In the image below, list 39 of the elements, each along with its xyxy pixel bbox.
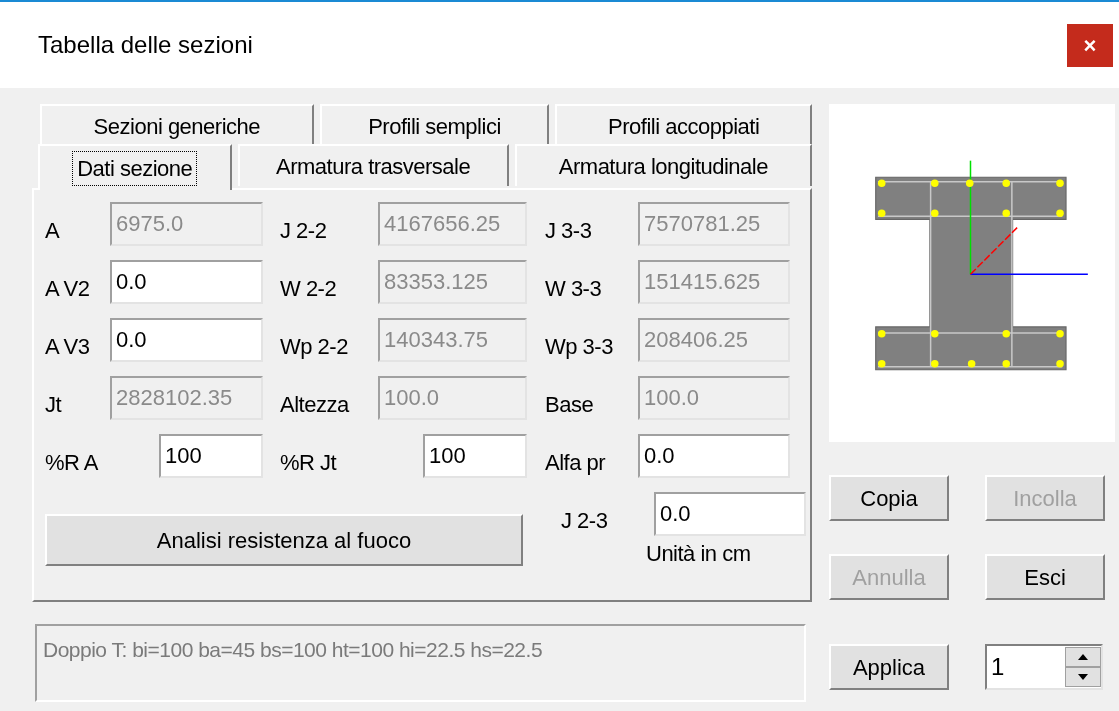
spinner-field[interactable]: 1	[985, 644, 1103, 690]
field-label: Wp 2-2	[280, 333, 348, 361]
units-note: Unità in cm	[645, 540, 752, 568]
text-field[interactable]: 100	[423, 433, 527, 478]
field-label: J 2-2	[280, 217, 327, 245]
text-field[interactable]: 100	[159, 433, 263, 478]
tab[interactable]: Armatura longitudinale	[514, 144, 812, 186]
status-text: Doppio T: bi=100 ba=45 bs=100 ht=100 hi=22.5 hs=22.5	[43, 638, 543, 661]
dialog-button[interactable]: Esci	[985, 554, 1105, 600]
text-field[interactable]: 0.0	[654, 491, 806, 536]
field-label: A V3	[45, 333, 90, 361]
fire-analysis-button[interactable]: Analisi resistenza al fuoco	[45, 514, 523, 566]
text-field[interactable]: 0.0	[638, 433, 790, 478]
window-title: Tabella delle sezioni	[38, 30, 253, 60]
field-label: A	[45, 217, 60, 245]
field-label: Alfa pr	[545, 449, 606, 477]
field-label: W 2-2	[280, 275, 337, 303]
field-label: J 2-3	[561, 507, 608, 535]
text-field[interactable]: 0.0	[110, 259, 263, 304]
spin-down-icon[interactable]	[1065, 667, 1101, 687]
dialog-button[interactable]: Copia	[829, 475, 949, 521]
field-label: Base	[545, 391, 594, 419]
field-label: %R A	[45, 449, 99, 477]
field-label: Altezza	[280, 391, 349, 419]
tab[interactable]: Dati sezione	[38, 144, 232, 190]
apply-button[interactable]: Applica	[829, 644, 949, 690]
tab[interactable]: Profili accoppiati	[555, 104, 812, 146]
tab[interactable]: Sezioni generiche	[40, 104, 314, 146]
field-label: J 3-3	[545, 217, 592, 245]
tab[interactable]: Profili semplici	[319, 104, 550, 146]
close-button[interactable]: ×	[1067, 23, 1113, 67]
tab[interactable]: Armatura trasversale	[237, 144, 509, 186]
field-label: Jt	[45, 391, 62, 419]
field-label: Wp 3-3	[545, 333, 613, 361]
field-label: A V2	[45, 275, 90, 303]
field-label: %R Jt	[280, 449, 337, 477]
spin-up-icon[interactable]	[1065, 647, 1101, 667]
text-field[interactable]: 0.0	[110, 317, 263, 362]
field-label: W 3-3	[545, 275, 602, 303]
